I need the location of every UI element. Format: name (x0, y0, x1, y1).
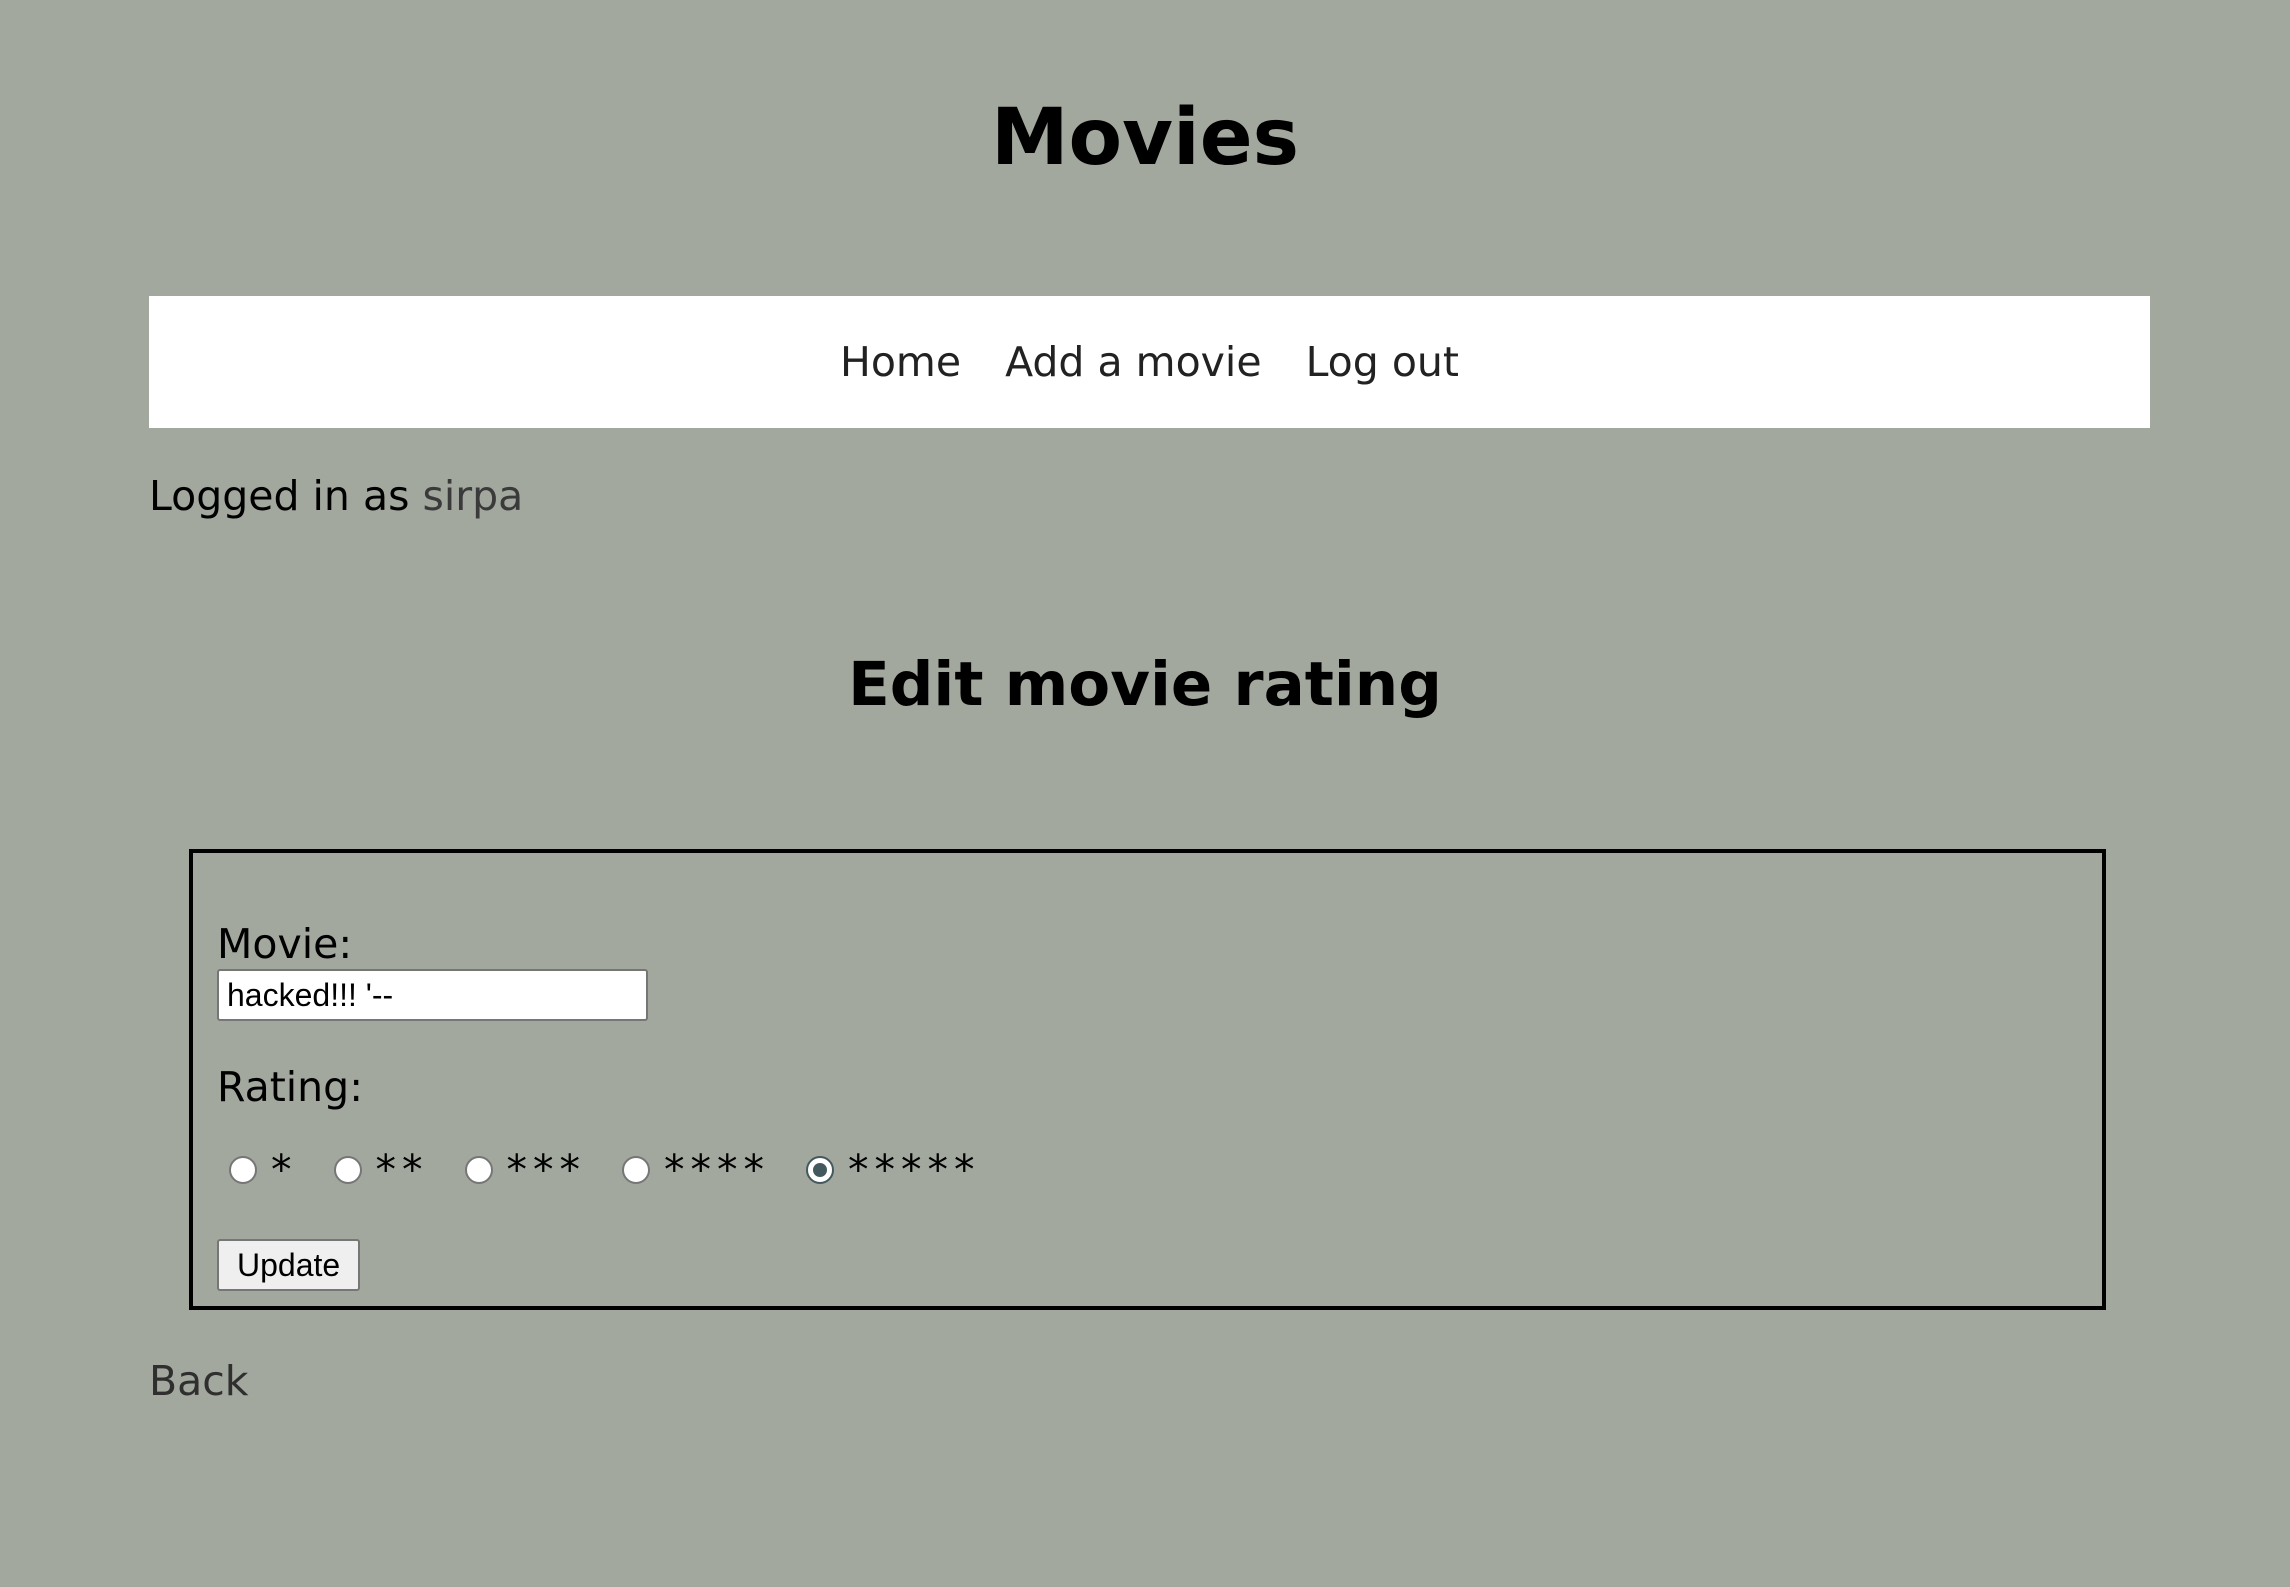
username: sirpa (422, 472, 524, 520)
rating-radio-3[interactable] (464, 1156, 493, 1184)
nav-link-home[interactable]: Home (840, 337, 961, 387)
logged-in-prefix: Logged in as (149, 472, 423, 520)
rating-option-label: ** (375, 1146, 429, 1194)
edit-rating-form: Movie: Rating: * ** *** **** ***** Updat… (189, 849, 2106, 1310)
rating-option-5: ***** (794, 1145, 981, 1195)
movie-label: Movie: (217, 920, 353, 968)
logged-in-status: Logged in as sirpa (149, 466, 523, 526)
rating-label: Rating: (217, 1063, 364, 1111)
rating-option-label: ***** (848, 1146, 981, 1194)
page-heading: Edit movie rating (848, 649, 1442, 720)
rating-option-label: * (271, 1146, 298, 1194)
nav-link-log-out[interactable]: Log out (1306, 337, 1459, 387)
rating-options: * ** *** **** ***** (217, 1145, 1005, 1195)
site-title: Movies (990, 93, 1300, 183)
rating-radio-5[interactable] (806, 1156, 834, 1184)
rating-radio-1[interactable] (229, 1156, 257, 1184)
nav-link-add-movie[interactable]: Add a movie (1005, 337, 1261, 387)
rating-option-4: **** (610, 1145, 770, 1195)
back-link[interactable]: Back (149, 1351, 249, 1411)
update-button[interactable]: Update (217, 1239, 361, 1291)
rating-radio-4[interactable] (622, 1156, 650, 1184)
rating-option-1: * (217, 1145, 298, 1195)
movie-input[interactable] (217, 969, 648, 1021)
navbar: Home Add a movie Log out (149, 296, 2150, 428)
rating-option-label: **** (664, 1146, 770, 1194)
rating-option-2: ** (322, 1145, 429, 1195)
rating-option-label: *** (506, 1146, 586, 1194)
rating-option-3: *** (453, 1145, 587, 1195)
rating-radio-2[interactable] (333, 1156, 362, 1184)
